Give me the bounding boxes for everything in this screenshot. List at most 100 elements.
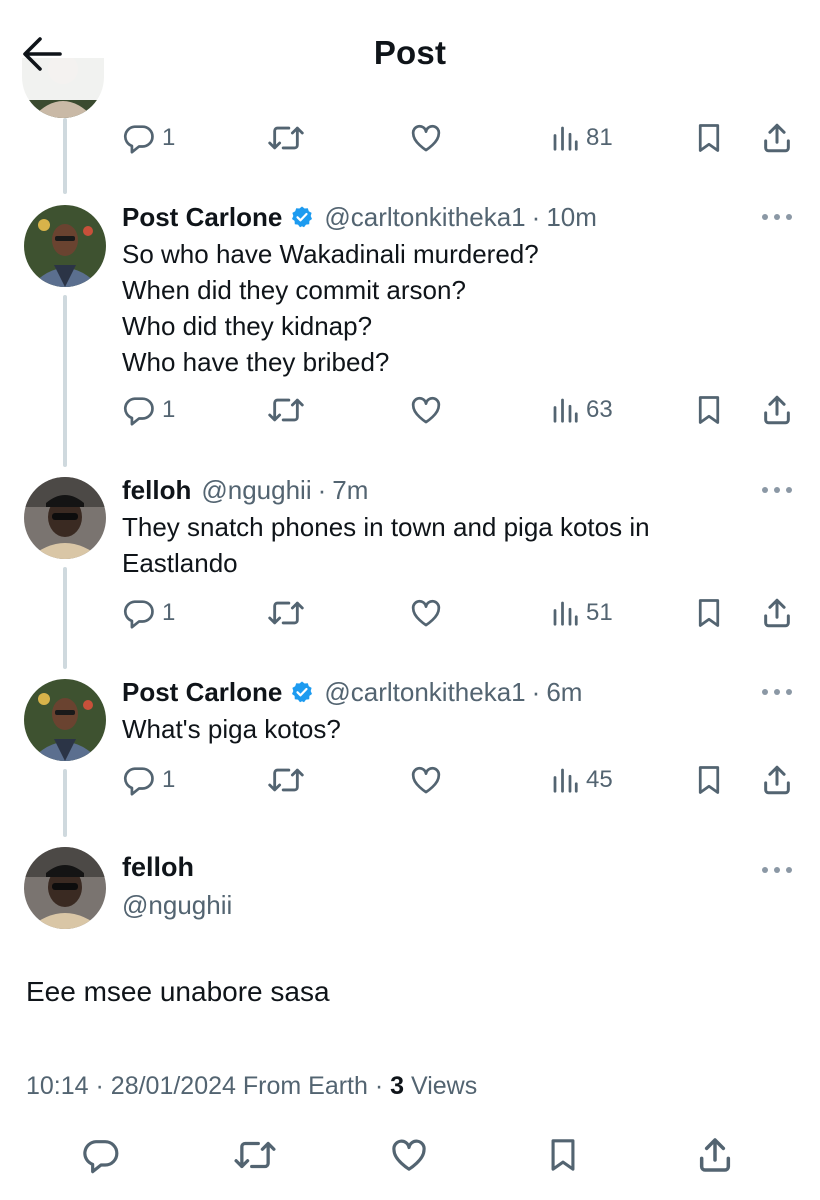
post-time[interactable]: 6m [546,677,582,708]
views-button[interactable]: 45 [550,758,613,802]
retweet-button[interactable] [266,591,306,635]
text-line: What's piga kotos? [122,714,341,744]
bookmark-button[interactable] [694,591,724,635]
more-options-icon[interactable] [760,484,794,496]
share-icon [764,598,790,628]
analytics-icon [553,126,578,151]
post-time[interactable]: 10m [546,202,597,233]
view-count: 63 [586,396,613,423]
heart-icon [411,124,441,152]
like-button[interactable] [408,591,444,635]
retweet-icon [268,768,304,792]
share-button[interactable] [760,591,794,635]
retweet-icon [268,601,304,625]
tweet-header: Post Carlone @carltonkitheka1 · 10m [122,200,597,234]
views-label[interactable]: Views [411,1072,477,1100]
page-title: Post [373,34,447,71]
avatar[interactable] [24,679,106,761]
retweet-button[interactable] [232,1132,278,1178]
reply-icon [83,1140,119,1174]
separator-dot: · [317,474,327,505]
text-line: When did they commit arson? [122,275,466,305]
display-name[interactable]: felloh [122,475,191,506]
post-time: 10:14 [26,1072,89,1100]
bookmark-icon [698,396,720,424]
verified-badge-icon [292,681,313,703]
tweet-header: Post Carlone @carltonkitheka1 · 6m [122,675,582,709]
separator-dot: · [95,1072,111,1100]
reply-button[interactable]: 1 [122,116,175,160]
reply-count: 1 [162,124,176,151]
bookmark-button[interactable] [694,116,724,160]
bookmark-icon [698,124,720,152]
retweet-button[interactable] [266,116,306,160]
view-count: 51 [586,599,613,626]
user-handle[interactable]: @ngughii [201,475,311,506]
reply-icon [123,600,154,629]
more-options-icon[interactable] [760,864,794,876]
tweet-text: So who have Wakadinali murdered? When di… [122,236,762,380]
separator-dot: · [531,676,541,707]
avatar[interactable] [24,477,106,559]
views-button[interactable]: 51 [550,591,613,635]
share-button[interactable] [760,758,794,802]
bookmark-button[interactable] [694,388,724,432]
thread-line [63,295,67,467]
reply-button[interactable]: 1 [122,591,175,635]
reply-button[interactable] [78,1132,124,1178]
analytics-icon [553,398,578,423]
retweet-icon [234,1141,276,1169]
text-line: Eastlando [122,548,238,578]
bookmark-icon [698,599,720,627]
text-line: Who have they bribed? [122,347,390,377]
reply-count: 1 [162,396,176,423]
like-button[interactable] [408,116,444,160]
like-button[interactable] [408,388,444,432]
avatar[interactable] [24,847,106,929]
view-count: 81 [586,124,613,151]
heart-icon [411,766,441,794]
display-name[interactable]: Post Carlone [122,202,282,233]
text-line: They snatch phones in town and piga koto… [122,512,650,542]
user-handle[interactable]: @ngughii [122,890,232,921]
heart-icon [411,599,441,627]
like-button[interactable] [386,1132,432,1178]
user-handle[interactable]: @carltonkitheka1 [324,677,525,708]
retweet-icon [268,126,304,150]
post-time[interactable]: 7m [332,475,368,506]
tweet-text: They snatch phones in town and piga koto… [122,509,762,581]
retweet-button[interactable] [266,758,306,802]
bookmark-button[interactable] [694,758,724,802]
views-count[interactable]: 3 [390,1072,404,1100]
display-name[interactable]: Post Carlone [122,677,282,708]
avatar[interactable] [24,205,106,287]
retweet-icon [268,398,304,422]
like-button[interactable] [408,758,444,802]
tweet-actions: 1 63 [0,388,820,432]
post-text: Eee msee unabore sasa [26,976,330,1007]
views-button[interactable]: 63 [550,388,613,432]
display-name[interactable]: felloh [122,852,194,883]
view-count: 45 [586,766,613,793]
top-bar: Post [0,0,820,100]
views-button[interactable]: 81 [550,116,613,160]
separator-dot: · [374,1072,391,1100]
tweet-text: What's piga kotos? [122,711,762,747]
more-options-icon[interactable] [760,686,794,698]
retweet-button[interactable] [266,388,306,432]
share-button[interactable] [760,116,794,160]
tweet-header: felloh @ngughii · 7m [122,473,368,507]
bookmark-button[interactable] [540,1132,586,1178]
share-button[interactable] [692,1132,738,1178]
share-button[interactable] [760,388,794,432]
user-handle[interactable]: @carltonkitheka1 [324,202,525,233]
share-icon [699,1138,731,1172]
reply-button[interactable]: 1 [122,758,175,802]
more-options-icon[interactable] [760,211,794,223]
bookmark-icon [698,766,720,794]
analytics-icon [553,601,578,626]
bookmark-icon [551,1139,575,1171]
analytics-icon [553,768,578,793]
reply-button[interactable]: 1 [122,388,175,432]
heart-icon [411,396,441,424]
